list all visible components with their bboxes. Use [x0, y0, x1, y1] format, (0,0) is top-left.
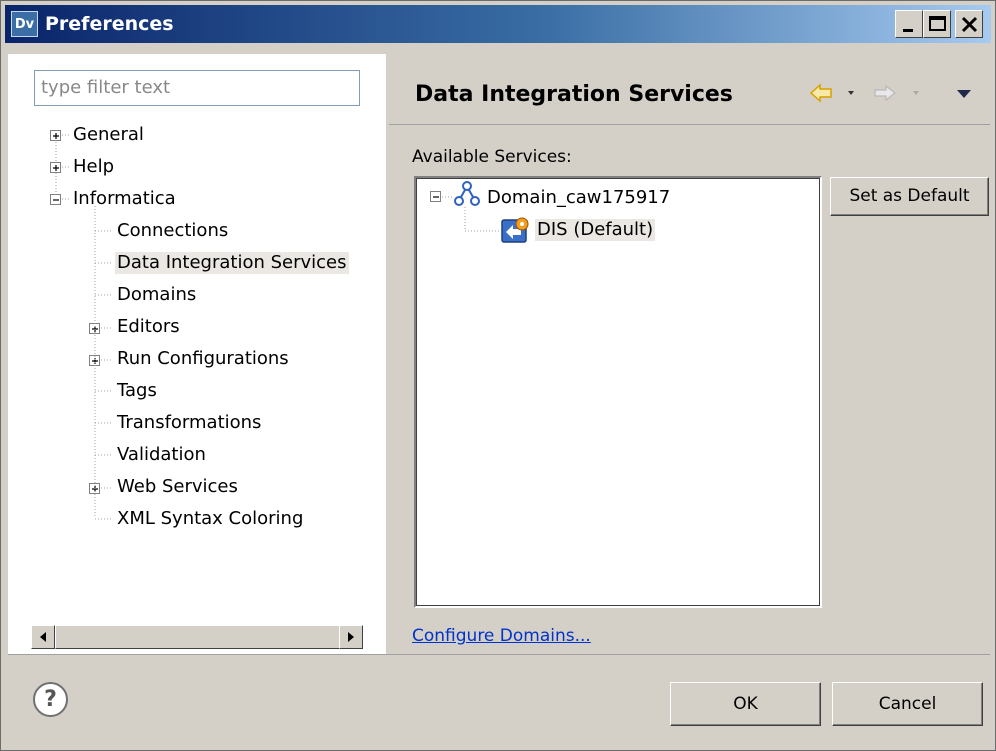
tree-item-tags[interactable]: Tags [117, 380, 157, 402]
tree-item-general[interactable]: General [73, 124, 144, 146]
tree-horizontal-scrollbar[interactable] [31, 625, 363, 649]
preferences-window: Dv Preferences type filter text General … [0, 0, 996, 751]
tree-item-transformations[interactable]: Transformations [117, 412, 261, 434]
tree-item-xml-syntax-coloring[interactable]: XML Syntax Coloring [117, 508, 303, 530]
tree-item-validation[interactable]: Validation [117, 444, 206, 466]
minimize-icon [903, 29, 913, 32]
cancel-button[interactable]: Cancel [832, 682, 983, 726]
scroll-left-button[interactable] [31, 625, 55, 649]
domain-node[interactable]: Domain_caw175917 [487, 187, 670, 209]
arrow-left-icon [40, 632, 46, 642]
configure-domains-link[interactable]: Configure Domains... [412, 625, 591, 647]
scroll-right-button[interactable] [339, 625, 363, 649]
service-node-dis[interactable]: DIS (Default) [535, 219, 656, 241]
forward-arrow-icon [874, 84, 896, 102]
arrow-right-icon [348, 632, 354, 642]
ok-button[interactable]: OK [670, 682, 821, 726]
collapse-domain-icon[interactable] [430, 191, 441, 202]
back-menu-chevron-icon [848, 91, 854, 95]
tree-item-help[interactable]: Help [73, 156, 114, 178]
maximize-button[interactable] [923, 10, 951, 38]
minimize-button[interactable] [895, 10, 923, 38]
tree-item-web-services[interactable]: Web Services [117, 476, 238, 498]
forward-menu-chevron-icon [913, 91, 919, 95]
help-icon[interactable]: ? [33, 682, 68, 717]
close-icon [961, 16, 978, 33]
tree-item-connections[interactable]: Connections [117, 220, 228, 242]
maximize-icon [929, 16, 946, 31]
service-icon [501, 217, 529, 243]
scroll-thumb[interactable] [55, 625, 351, 649]
header-divider [389, 124, 990, 125]
tree-item-editors[interactable]: Editors [117, 316, 180, 338]
tree-item-run-configurations[interactable]: Run Configurations [117, 348, 289, 370]
page-title: Data Integration Services [415, 82, 733, 107]
back-arrow-icon [809, 83, 832, 103]
tree-item-data-integration-services[interactable]: Data Integration Services [115, 252, 349, 274]
set-as-default-button[interactable]: Set as Default [830, 177, 989, 216]
page-nav-toolbar [809, 83, 971, 103]
tree-item-domains[interactable]: Domains [117, 284, 196, 306]
tree-item-informatica[interactable]: Informatica [73, 188, 176, 210]
close-button[interactable] [955, 10, 983, 38]
footer-divider [8, 654, 990, 655]
domain-icon [454, 181, 480, 206]
available-services-label: Available Services: [412, 147, 572, 167]
view-menu-icon [957, 90, 971, 98]
